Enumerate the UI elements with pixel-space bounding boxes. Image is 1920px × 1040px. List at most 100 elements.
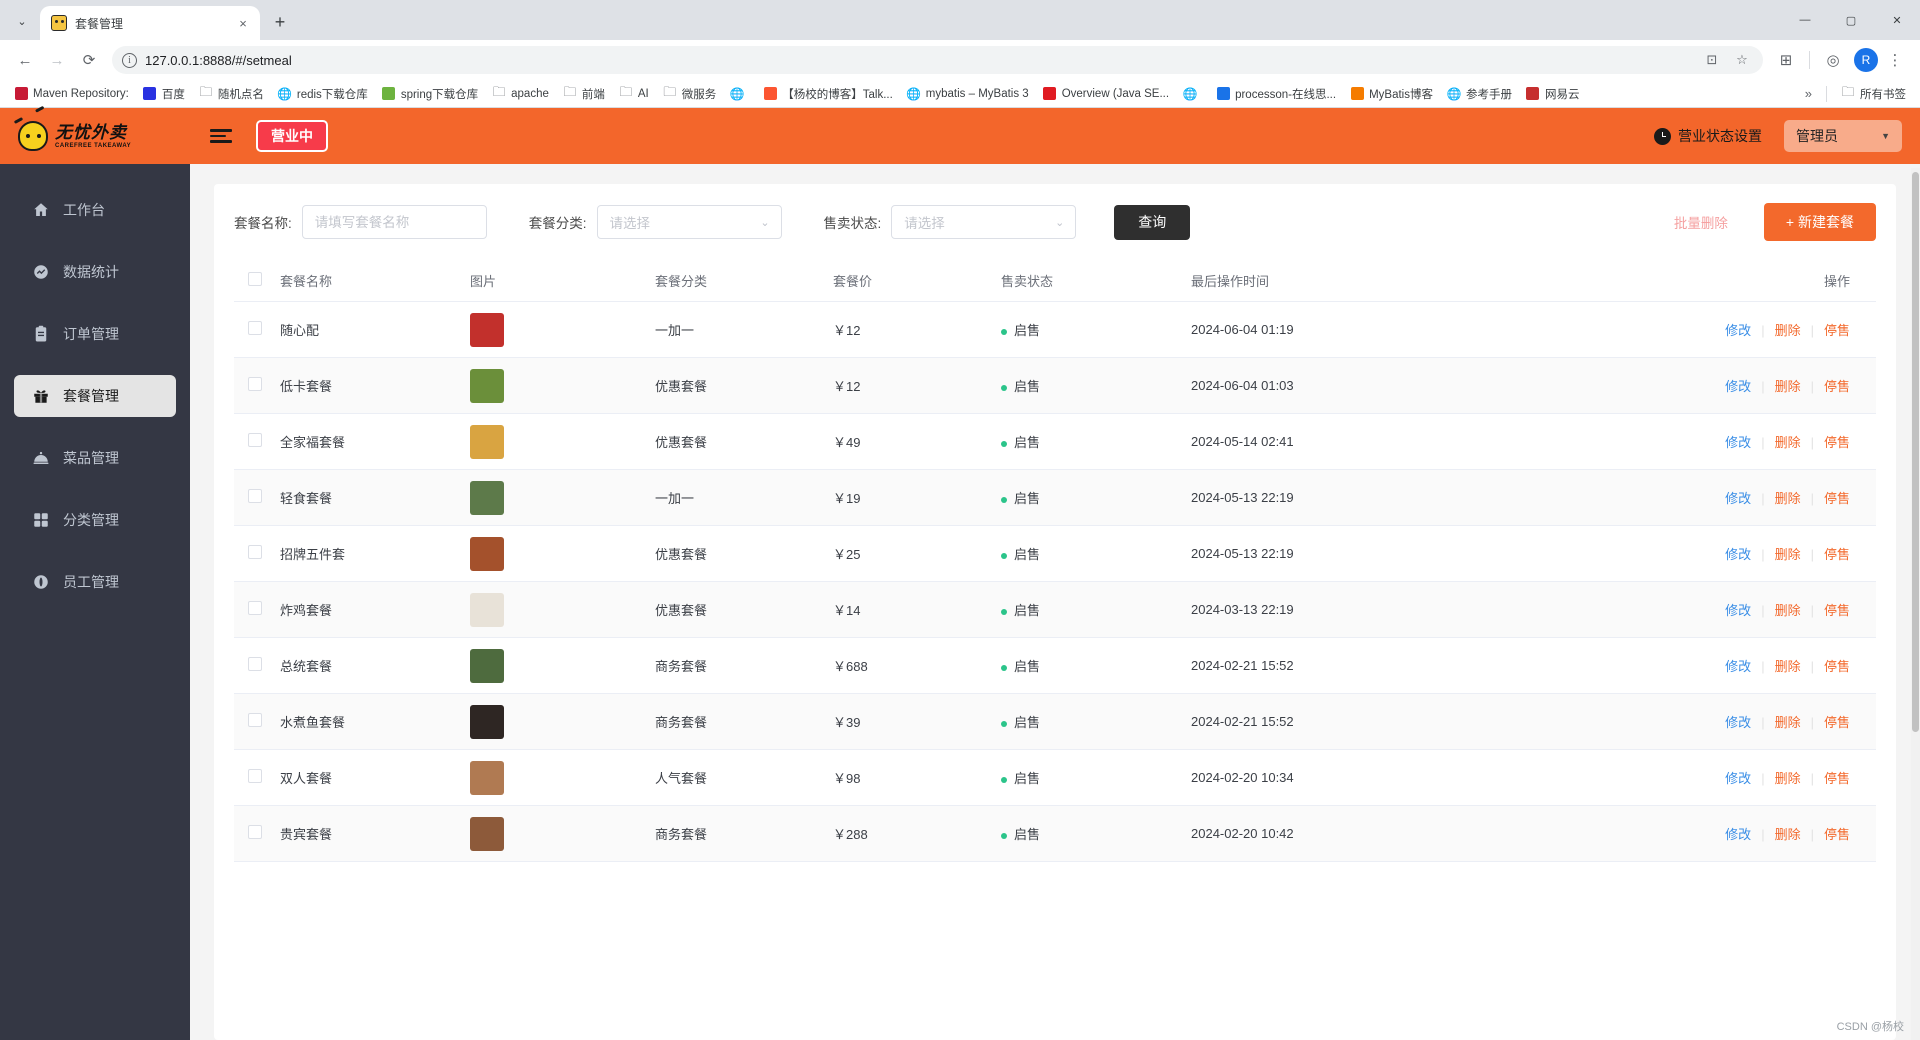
delete-button[interactable]: 删除 [1775,379,1801,394]
delete-button[interactable]: 删除 [1775,603,1801,618]
setmeal-thumbnail[interactable] [470,760,504,795]
setmeal-thumbnail[interactable] [470,480,504,515]
new-setmeal-button[interactable]: + 新建套餐 [1763,203,1876,241]
edit-button[interactable]: 修改 [1725,715,1751,730]
sidebar-item-2[interactable]: 订单管理 [14,313,176,355]
brand-logo[interactable]: 无忧外卖 CAREFREE TAKEAWAY [18,121,188,151]
setmeal-thumbnail[interactable] [470,536,504,571]
stop-sale-button[interactable]: 停售 [1824,827,1850,842]
edit-button[interactable]: 修改 [1725,323,1751,338]
site-info-icon[interactable]: i [122,52,137,68]
bookmark-item[interactable]: 🗀 随机点名 [193,83,270,105]
business-status-setting-button[interactable]: 营业状态设置 [1654,126,1762,146]
forward-icon[interactable]: → [42,45,72,75]
bookmark-item[interactable]: 🌐 redis下载仓库 [272,83,374,105]
delete-button[interactable]: 删除 [1775,771,1801,786]
avatar[interactable]: R [1854,48,1878,72]
delete-button[interactable]: 删除 [1775,659,1801,674]
bookmark-item[interactable]: 【杨校的博客】Talk... [757,83,899,105]
bookmark-item[interactable]: 百度 [137,83,191,105]
row-checkbox[interactable] [248,769,262,783]
bookmark-item[interactable]: 🗀 微服务 [657,83,723,105]
sidebar-item-1[interactable]: 数据统计 [14,251,176,293]
user-role-dropdown[interactable]: 管理员 ▼ [1784,120,1902,152]
query-button[interactable]: 查询 [1114,204,1191,240]
stop-sale-button[interactable]: 停售 [1824,547,1850,562]
back-icon[interactable]: ← [10,45,40,75]
close-icon[interactable]: × [234,14,252,32]
row-checkbox[interactable] [248,545,262,559]
new-tab-button[interactable]: + [266,8,294,36]
bookmark-item[interactable]: processon-在线思... [1210,83,1342,105]
stop-sale-button[interactable]: 停售 [1824,323,1850,338]
delete-button[interactable]: 删除 [1775,547,1801,562]
profile-icon[interactable]: ◎ [1818,45,1848,75]
edit-button[interactable]: 修改 [1725,659,1751,674]
browser-tab[interactable]: 套餐管理 × [40,6,260,40]
edit-button[interactable]: 修改 [1725,547,1751,562]
row-checkbox[interactable] [248,825,262,839]
all-bookmarks-button[interactable]: 🗀 所有书签 [1835,83,1912,105]
batch-delete-button[interactable]: 批量删除 [1674,212,1728,232]
stop-sale-button[interactable]: 停售 [1824,659,1850,674]
stop-sale-button[interactable]: 停售 [1824,771,1850,786]
delete-button[interactable]: 删除 [1775,827,1801,842]
row-checkbox[interactable] [248,377,262,391]
bookmark-item[interactable]: 🌐 mybatis – MyBatis 3 [901,84,1035,104]
bookmark-item[interactable]: 🌐 [724,84,755,104]
bookmark-item[interactable]: 🌐 [1177,84,1208,104]
bookmark-item[interactable]: MyBatis博客 [1344,83,1439,105]
delete-button[interactable]: 删除 [1775,491,1801,506]
bookmark-item[interactable]: 🌐 参考手册 [1441,83,1518,105]
tab-search-icon[interactable]: ⌄ [8,7,36,35]
bookmark-item[interactable]: spring下载仓库 [376,83,484,105]
sidebar-item-6[interactable]: 员工管理 [14,561,176,603]
setmeal-thumbnail[interactable] [470,312,504,347]
extensions-icon[interactable]: ⊞ [1771,45,1801,75]
setmeal-thumbnail[interactable] [470,704,504,739]
setmeal-name-input[interactable] [301,205,487,239]
select-all-checkbox[interactable] [248,272,262,286]
setmeal-thumbnail[interactable] [470,648,504,683]
edit-button[interactable]: 修改 [1725,603,1751,618]
stop-sale-button[interactable]: 停售 [1824,379,1850,394]
stop-sale-button[interactable]: 停售 [1824,715,1850,730]
stop-sale-button[interactable]: 停售 [1824,435,1850,450]
delete-button[interactable]: 删除 [1775,435,1801,450]
setmeal-thumbnail[interactable] [470,816,504,851]
edit-button[interactable]: 修改 [1725,771,1751,786]
delete-button[interactable]: 删除 [1775,323,1801,338]
sale-status-select[interactable]: 请选择 ⌄ [891,205,1077,239]
cast-icon[interactable]: ⊡ [1701,52,1723,68]
sidebar-item-3[interactable]: 套餐管理 [14,375,176,417]
bookmark-item[interactable]: 🗀 AI [613,84,655,104]
row-checkbox[interactable] [248,713,262,727]
delete-button[interactable]: 删除 [1775,715,1801,730]
bookmark-item[interactable]: 🗀 前端 [557,83,611,105]
row-checkbox[interactable] [248,657,262,671]
stop-sale-button[interactable]: 停售 [1824,491,1850,506]
reload-icon[interactable]: ⟳ [74,45,104,75]
edit-button[interactable]: 修改 [1725,435,1751,450]
bookmark-item[interactable]: 网易云 [1520,83,1586,105]
edit-button[interactable]: 修改 [1725,379,1751,394]
setmeal-thumbnail[interactable] [470,424,504,459]
bookmark-item[interactable]: 🗀 apache [486,84,555,104]
row-checkbox[interactable] [248,321,262,335]
sidebar-item-5[interactable]: 分类管理 [14,499,176,541]
window-close-icon[interactable]: ✕ [1874,0,1920,40]
address-bar[interactable]: i 127.0.0.1:8888/#/setmeal ⊡ ☆ [112,46,1763,74]
bookmark-star-icon[interactable]: ☆ [1731,52,1753,68]
stop-sale-button[interactable]: 停售 [1824,603,1850,618]
setmeal-thumbnail[interactable] [470,368,504,403]
row-checkbox[interactable] [248,489,262,503]
edit-button[interactable]: 修改 [1725,491,1751,506]
browser-menu-icon[interactable]: ⋮ [1880,45,1910,75]
row-checkbox[interactable] [248,433,262,447]
hamburger-icon[interactable] [210,129,234,143]
bookmark-item[interactable]: Overview (Java SE... [1037,84,1175,104]
bookmarks-overflow-icon[interactable]: » [1799,84,1818,103]
bookmark-item[interactable]: Maven Repository: [8,84,135,104]
minimize-icon[interactable]: — [1782,0,1828,40]
maximize-icon[interactable]: ▢ [1828,0,1874,40]
